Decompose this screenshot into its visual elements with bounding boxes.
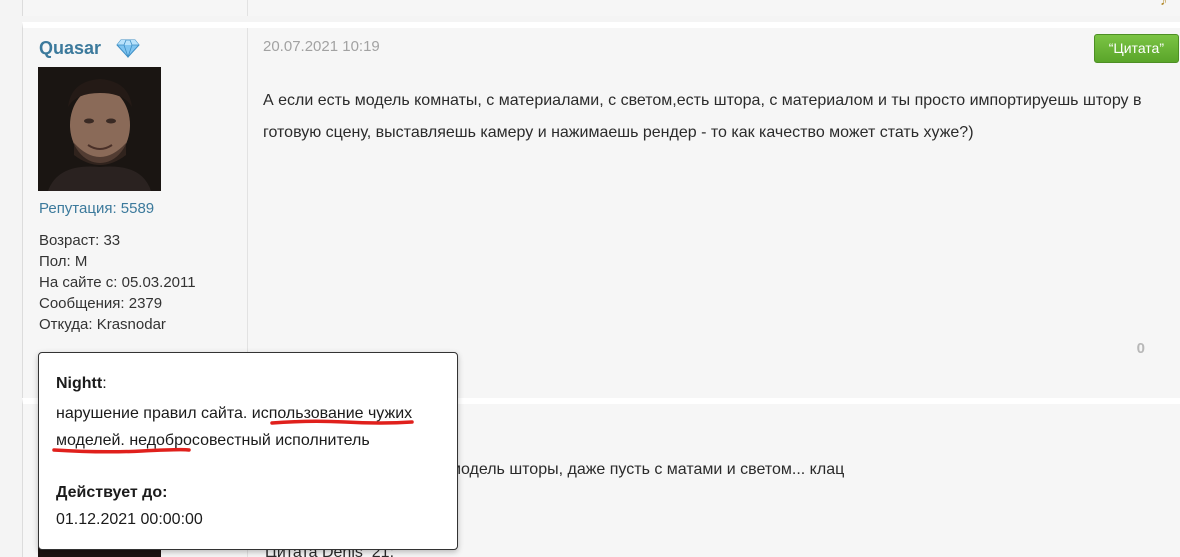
post-text: А если есть модель комнаты, с материалам… xyxy=(263,92,1142,141)
ban-info-tooltip: Nightt: нарушение правил сайта. использо… xyxy=(38,352,458,550)
ban-reason: нарушение правил сайта. использование чу… xyxy=(56,405,413,449)
valid-until-label: Действует до: xyxy=(56,484,168,501)
quote-button[interactable]: “Цитата” xyxy=(1093,34,1179,63)
tooltip-moderator: Nightt: xyxy=(56,375,107,393)
forum-page: ♪ Quasar Репутация: 5589 Возраст: 33 Пол… xyxy=(0,0,1180,557)
forum-post: Quasar Репутация: 5589 Возраст: 33 Пол: … xyxy=(22,22,1180,398)
avatar[interactable] xyxy=(38,67,161,191)
post-date: 20.07.2021 10:19 xyxy=(263,38,380,55)
author-username[interactable]: Quasar xyxy=(39,38,101,59)
post-body: 20.07.2021 10:19 “Цитата” А если есть мо… xyxy=(248,28,1180,398)
valid-until-value: 01.12.2021 00:00:00 xyxy=(56,511,203,528)
moderator-name: Nightt xyxy=(56,375,103,392)
author-location: Откуда: Krasnodar xyxy=(39,316,166,333)
author-message-count: Сообщения: 2379 xyxy=(39,295,163,312)
colon: : xyxy=(102,375,107,392)
diamond-icon xyxy=(116,38,140,59)
author-age: Возраст: 33 xyxy=(39,232,121,249)
column-divider xyxy=(247,0,248,16)
reputation[interactable]: Репутация: 5589 xyxy=(39,200,154,217)
author-gender: Пол: М xyxy=(39,253,88,270)
post-action-icon[interactable]: ♪ xyxy=(1160,0,1167,8)
post-rating[interactable]: 0 xyxy=(1137,340,1145,357)
previous-post: ♪ xyxy=(22,0,1180,16)
author-registered: На сайте с: 05.03.2011 xyxy=(39,274,196,291)
author-panel: Quasar Репутация: 5589 Возраст: 33 Пол: … xyxy=(23,28,248,398)
